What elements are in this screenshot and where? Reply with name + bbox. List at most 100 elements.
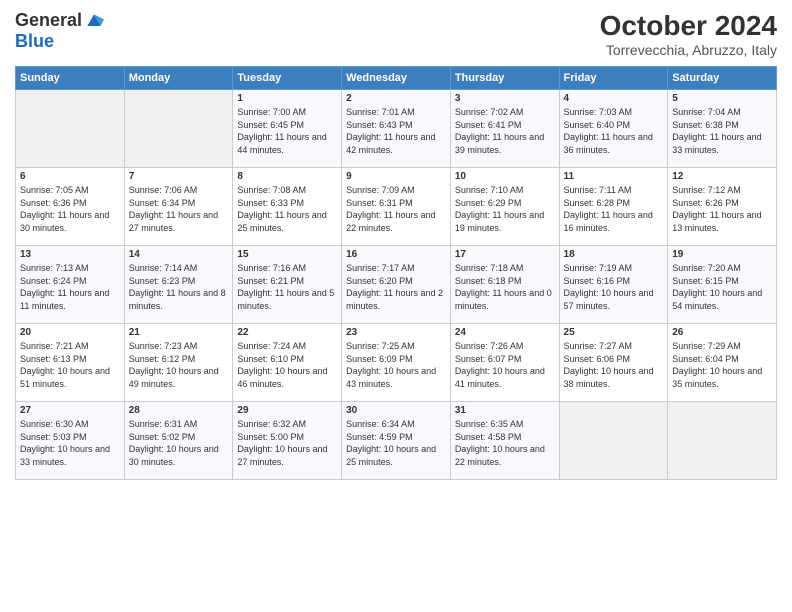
day-number-3-2: 22 — [237, 327, 337, 338]
day-number-2-3: 16 — [346, 249, 446, 260]
day-number-2-6: 19 — [672, 249, 772, 260]
day-number-1-1: 7 — [129, 171, 229, 182]
day-number-3-4: 24 — [455, 327, 555, 338]
day-info-3-3: Sunrise: 7:25 AM Sunset: 6:09 PM Dayligh… — [346, 340, 446, 390]
cell-4-3: 30 Sunrise: 6:34 AM Sunset: 4:59 PM Dayli… — [342, 402, 451, 480]
day-info-3-5: Sunrise: 7:27 AM Sunset: 6:06 PM Dayligh… — [564, 340, 664, 390]
cell-2-4: 17 Sunrise: 7:18 AM Sunset: 6:18 PM Dayli… — [450, 246, 559, 324]
day-number-1-5: 11 — [564, 171, 664, 182]
day-number-3-0: 20 — [20, 327, 120, 338]
day-number-4-3: 30 — [346, 405, 446, 416]
day-number-2-1: 14 — [129, 249, 229, 260]
header-thursday: Thursday — [450, 67, 559, 90]
cell-3-2: 22 Sunrise: 7:24 AM Sunset: 6:10 PM Dayli… — [233, 324, 342, 402]
day-info-3-0: Sunrise: 7:21 AM Sunset: 6:13 PM Dayligh… — [20, 340, 120, 390]
subtitle: Torrevecchia, Abruzzo, Italy — [600, 42, 777, 58]
cell-3-4: 24Sunrise: 7:26 AM Sunset: 6:07 PM Dayli… — [450, 324, 559, 402]
week-row-1: 6Sunrise: 7:05 AM Sunset: 6:36 PM Daylig… — [16, 168, 777, 246]
day-info-0-6: Sunrise: 7:04 AM Sunset: 6:38 PM Dayligh… — [672, 106, 772, 156]
day-info-4-2: Sunrise: 6:32 AM Sunset: 5:00 PM Dayligh… — [237, 418, 337, 468]
header-row: Sunday Monday Tuesday Wednesday Thursday… — [16, 67, 777, 90]
cell-1-4: 10Sunrise: 7:10 AM Sunset: 6:29 PM Dayli… — [450, 168, 559, 246]
cell-1-5: 11 Sunrise: 7:11 AM Sunset: 6:28 PM Dayli… — [559, 168, 668, 246]
day-info-2-1: Sunrise: 7:14 AM Sunset: 6:23 PM Dayligh… — [129, 262, 229, 312]
day-info-4-1: Sunrise: 6:31 AM Sunset: 5:02 PM Dayligh… — [129, 418, 229, 468]
day-info-1-1: Sunrise: 7:06 AM Sunset: 6:34 PM Dayligh… — [129, 184, 229, 234]
day-number-3-3: 23 — [346, 327, 446, 338]
logo: General Blue — [15, 10, 104, 52]
calendar-table: Sunday Monday Tuesday Wednesday Thursday… — [15, 66, 777, 480]
cell-0-6: 5 Sunrise: 7:04 AM Sunset: 6:38 PM Daylig… — [668, 90, 777, 168]
header-monday: Monday — [124, 67, 233, 90]
cell-4-5 — [559, 402, 668, 480]
day-number-4-2: 29 — [237, 405, 337, 416]
day-info-3-2: Sunrise: 7:24 AM Sunset: 6:10 PM Dayligh… — [237, 340, 337, 390]
day-number-0-3: 2 — [346, 93, 446, 104]
week-row-3: 20 Sunrise: 7:21 AM Sunset: 6:13 PM Dayli… — [16, 324, 777, 402]
day-info-1-5: Sunrise: 7:11 AM Sunset: 6:28 PM Dayligh… — [564, 184, 664, 234]
day-number-4-1: 28 — [129, 405, 229, 416]
cell-2-6: 19 Sunrise: 7:20 AM Sunset: 6:15 PM Dayli… — [668, 246, 777, 324]
day-number-4-0: 27 — [20, 405, 120, 416]
day-info-1-4: Sunrise: 7:10 AM Sunset: 6:29 PM Dayligh… — [455, 184, 555, 234]
day-info-4-0: Sunrise: 6:30 AM Sunset: 5:03 PM Dayligh… — [20, 418, 120, 468]
day-number-0-5: 4 — [564, 93, 664, 104]
day-number-0-6: 5 — [672, 93, 772, 104]
cell-4-6 — [668, 402, 777, 480]
day-info-0-5: Sunrise: 7:03 AM Sunset: 6:40 PM Dayligh… — [564, 106, 664, 156]
cell-3-3: 23 Sunrise: 7:25 AM Sunset: 6:09 PM Dayli… — [342, 324, 451, 402]
day-number-1-6: 12 — [672, 171, 772, 182]
day-info-2-4: Sunrise: 7:18 AM Sunset: 6:18 PM Dayligh… — [455, 262, 555, 312]
cell-3-6: 26Sunrise: 7:29 AM Sunset: 6:04 PM Dayli… — [668, 324, 777, 402]
cell-3-1: 21Sunrise: 7:23 AM Sunset: 6:12 PM Dayli… — [124, 324, 233, 402]
day-info-2-5: Sunrise: 7:19 AM Sunset: 6:16 PM Dayligh… — [564, 262, 664, 312]
day-number-0-2: 1 — [237, 93, 337, 104]
day-number-1-0: 6 — [20, 171, 120, 182]
day-number-3-6: 26 — [672, 327, 772, 338]
cell-1-6: 12 Sunrise: 7:12 AM Sunset: 6:26 PM Dayli… — [668, 168, 777, 246]
cell-1-1: 7 Sunrise: 7:06 AM Sunset: 6:34 PM Daylig… — [124, 168, 233, 246]
week-row-4: 27 Sunrise: 6:30 AM Sunset: 5:03 PM Dayli… — [16, 402, 777, 480]
cell-4-2: 29 Sunrise: 6:32 AM Sunset: 5:00 PM Dayli… — [233, 402, 342, 480]
cell-2-0: 13 Sunrise: 7:13 AM Sunset: 6:24 PM Dayli… — [16, 246, 125, 324]
day-info-0-3: Sunrise: 7:01 AM Sunset: 6:43 PM Dayligh… — [346, 106, 446, 156]
day-info-2-0: Sunrise: 7:13 AM Sunset: 6:24 PM Dayligh… — [20, 262, 120, 312]
week-row-0: 1 Sunrise: 7:00 AM Sunset: 6:45 PM Daylig… — [16, 90, 777, 168]
cell-3-5: 25 Sunrise: 7:27 AM Sunset: 6:06 PM Dayli… — [559, 324, 668, 402]
cell-0-5: 4 Sunrise: 7:03 AM Sunset: 6:40 PM Daylig… — [559, 90, 668, 168]
day-info-2-2: Sunrise: 7:16 AM Sunset: 6:21 PM Dayligh… — [237, 262, 337, 312]
day-number-1-2: 8 — [237, 171, 337, 182]
day-number-3-1: 21 — [129, 327, 229, 338]
day-info-1-6: Sunrise: 7:12 AM Sunset: 6:26 PM Dayligh… — [672, 184, 772, 234]
cell-0-3: 2 Sunrise: 7:01 AM Sunset: 6:43 PM Daylig… — [342, 90, 451, 168]
cell-0-2: 1 Sunrise: 7:00 AM Sunset: 6:45 PM Daylig… — [233, 90, 342, 168]
logo-general: General — [15, 10, 82, 31]
cell-0-0 — [16, 90, 125, 168]
day-info-4-3: Sunrise: 6:34 AM Sunset: 4:59 PM Dayligh… — [346, 418, 446, 468]
cell-3-0: 20 Sunrise: 7:21 AM Sunset: 6:13 PM Dayli… — [16, 324, 125, 402]
day-info-4-4: Sunrise: 6:35 AM Sunset: 4:58 PM Dayligh… — [455, 418, 555, 468]
day-info-1-3: Sunrise: 7:09 AM Sunset: 6:31 PM Dayligh… — [346, 184, 446, 234]
calendar-container: General Blue October 2024 Torrevecchia, … — [0, 0, 792, 490]
cell-0-1 — [124, 90, 233, 168]
day-info-1-2: Sunrise: 7:08 AM Sunset: 6:33 PM Dayligh… — [237, 184, 337, 234]
title-area: October 2024 Torrevecchia, Abruzzo, Ital… — [600, 10, 777, 58]
logo-icon — [84, 11, 104, 31]
cell-4-4: 31 Sunrise: 6:35 AM Sunset: 4:58 PM Dayli… — [450, 402, 559, 480]
cell-2-5: 18 Sunrise: 7:19 AM Sunset: 6:16 PM Dayli… — [559, 246, 668, 324]
day-number-2-5: 18 — [564, 249, 664, 260]
day-info-2-6: Sunrise: 7:20 AM Sunset: 6:15 PM Dayligh… — [672, 262, 772, 312]
header-saturday: Saturday — [668, 67, 777, 90]
day-number-4-4: 31 — [455, 405, 555, 416]
day-number-2-4: 17 — [455, 249, 555, 260]
cell-2-2: 15Sunrise: 7:16 AM Sunset: 6:21 PM Dayli… — [233, 246, 342, 324]
day-number-1-3: 9 — [346, 171, 446, 182]
day-number-2-0: 13 — [20, 249, 120, 260]
day-number-0-4: 3 — [455, 93, 555, 104]
day-info-0-2: Sunrise: 7:00 AM Sunset: 6:45 PM Dayligh… — [237, 106, 337, 156]
cell-1-2: 8 Sunrise: 7:08 AM Sunset: 6:33 PM Daylig… — [233, 168, 342, 246]
day-number-3-5: 25 — [564, 327, 664, 338]
logo-blue: Blue — [15, 31, 54, 51]
cell-4-0: 27 Sunrise: 6:30 AM Sunset: 5:03 PM Dayli… — [16, 402, 125, 480]
cell-4-1: 28 Sunrise: 6:31 AM Sunset: 5:02 PM Dayli… — [124, 402, 233, 480]
